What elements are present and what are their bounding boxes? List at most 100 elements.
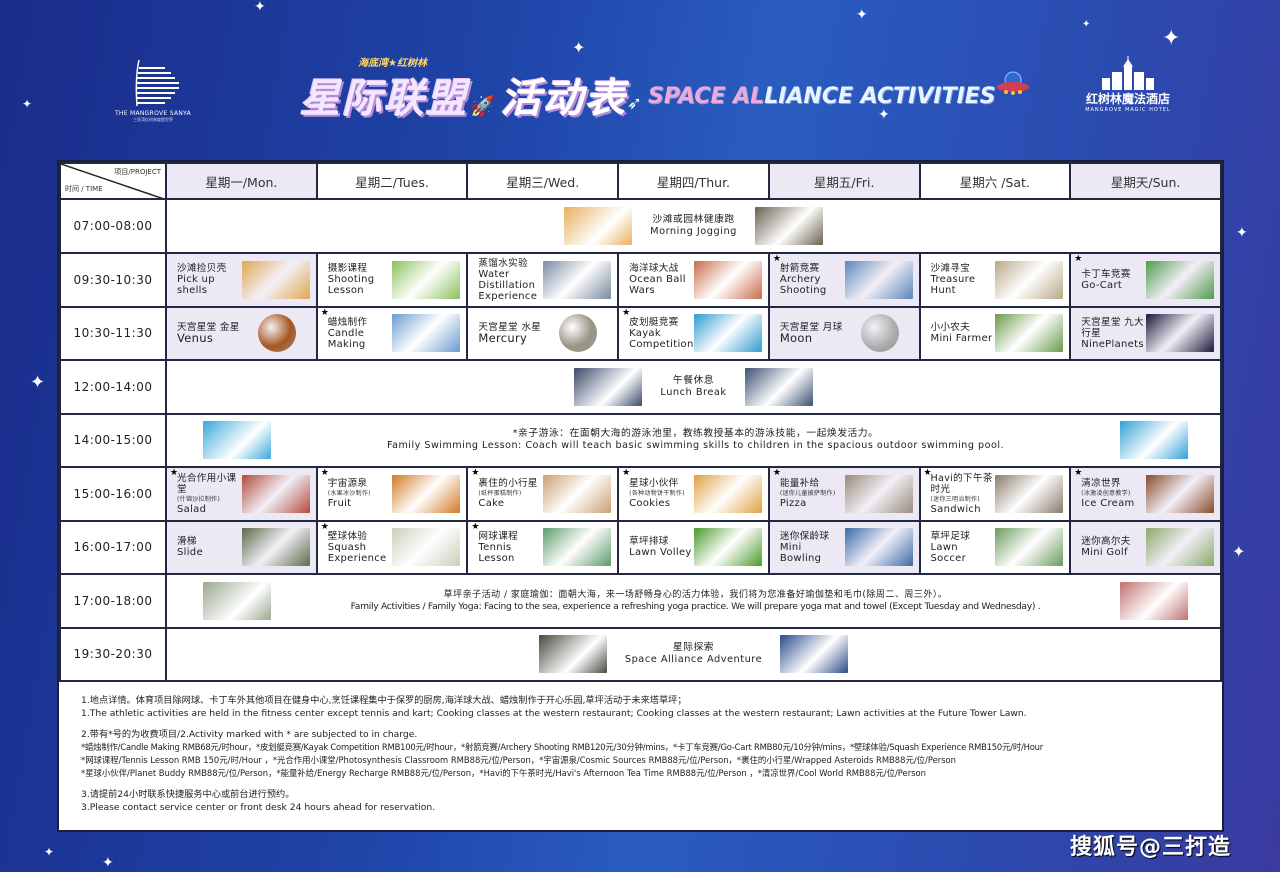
note-2-prices: *星球小伙伴/Planet Buddy RMB88元/位/Person，*能量补… [81,768,926,778]
activity-label: 宇宙源泉 (水果冰沙制作) Fruit [328,478,393,509]
activity-name-cn: 星际探索 [672,642,715,654]
star-decoration: ✦ [102,855,114,871]
activity-photo [693,260,762,299]
day-header: 星期天/Sun. [1069,162,1222,200]
activity-note: (冰激凌创意教学) [1081,490,1131,498]
activity-name-en: Ocean Ball Wars [629,274,686,296]
activity-name-cn: 蜡烛制作 [327,316,368,328]
day-header: 星期五/Fri. [767,162,921,200]
table-row: 16:00-17:00 滑梯 Slide ★ 壁球体验 Squash Experience… [59,519,1222,575]
activity-name-en: Lunch Break [660,386,727,398]
activity-name-en: Space Alliance Adventure [624,654,763,666]
activity-photo [1120,421,1188,460]
notes-section: 1.地点详情。体育项目除网球、卡丁车外其他项目在健身中心,烹饪课程集中于保罗的厨… [59,682,1222,814]
activity-note: (各种动物饼干制作) [629,490,685,498]
activity-cell: ★ 射箭竞赛 Archery Shooting [767,251,921,308]
activity-label: 能量补给 (迷你儿童披萨制作) Pizza [780,478,845,509]
time-slot: 19:30-20:30 [59,626,167,682]
activity-name-en: Ice Cream [1081,498,1135,510]
activity-name-en: Venus [177,331,214,346]
activity-name-cn: 午餐休息 [672,374,715,386]
header: THE MANGROVE SANYA 三亚湾红树林度假世界 海底湾★红树林 星际… [0,0,1280,160]
activity-cell: ★ Havi的下午茶时光 (迷你三明治制作) Sandwich [918,466,1072,522]
activity-cell: 天宫星堂 水星 Mercury [466,305,620,361]
activity-cell: 草坪足球 Lawn Soccer [918,519,1072,575]
activity-label: 蜡烛制作 Candle Making [328,317,393,350]
activity-name-cn: 亲子游泳：在面朝大海的游泳池里，教练教授基本的游泳技能，一起焕发活力。 [518,428,879,440]
charge-star-icon: ★ [923,468,932,478]
charge-star-icon: ★ [772,468,781,478]
activity-label: 迷你保龄球 Mini Bowling [780,531,845,564]
activity-note: (什锦沙拉制作) [177,495,221,503]
activity-cell: 摄影课程 Shooting Lesson [315,251,469,308]
activity-name-cn: 沙滩捡贝壳 [177,263,227,274]
activity-name-en: Moon [779,331,813,346]
activity-cell: 沙滩寻宝 Treasure Hunt [918,251,1072,308]
activity-description: 午餐休息 Lunch Break [660,375,726,399]
charge-star-icon: ★ [622,307,631,318]
activity-photo [754,206,823,245]
planet-image [860,314,899,353]
time-slot: 17:00-18:00 [59,573,167,629]
activity-cell: 迷你保龄球 Mini Bowling [767,519,921,575]
activity-name-cn: 宇宙源泉 [327,478,368,490]
activity-span-cell: 午餐休息 Lunch Break [165,359,1222,415]
activity-name-en: Treasure Hunt [930,274,976,296]
activity-name-cn: 迷你保龄球 [779,530,830,542]
title-small-label: 海底湾★红树林 [358,58,427,69]
activity-photo [543,260,612,299]
activity-cell: 迷你高尔夫 Mini Golf [1069,519,1222,575]
table-row: 14:00-15:00 *亲子游泳：在面朝大海的游泳池里，教练教授基本的游泳技能，… [59,412,1222,468]
activity-span-cell: 星际探索 Space Alliance Adventure [165,626,1222,682]
planet-image [257,314,296,353]
table-row: 19:30-20:30 星际探索 Space Alliance Adventure [59,626,1222,682]
activity-photo [1146,528,1214,567]
star-decoration: ✦ [1236,225,1248,241]
activity-photo [1146,260,1214,299]
activity-name-cn: 网球课程 [478,530,518,542]
activity-name-en: Family Swimming Lesson: Coach will teach… [386,440,1005,452]
activity-name-en: Slide [177,547,203,559]
ufo-icon [996,70,1030,98]
activity-name-cn: 草坪排球 [629,536,669,548]
activity-name-en: Kayak Competition [629,327,694,350]
activity-name-en: Morning Jogging [650,225,737,237]
activity-cell: 天宫星堂 金星 Venus [165,305,318,361]
time-label: 时间 / TIME [65,185,103,193]
activity-photo [780,635,849,674]
activity-cell: 滑梯 Slide [165,519,318,575]
charge-star-icon: ★ [622,468,631,478]
activity-label: 海洋球大战 Ocean Ball Wars [629,263,694,296]
activity-name-en: Water Distillation Experience [478,268,538,302]
activity-name-cn: 沙滩或园林健康跑 [652,213,735,225]
activity-name-en: Mini Farmer [930,333,993,345]
activity-name-cn: 壁球体验 [327,530,368,542]
activity-photo [392,528,461,567]
activity-label: 滑梯 Slide [177,536,242,558]
activity-span-cell: *亲子游泳：在面朝大海的游泳池里，教练教授基本的游泳技能，一起焕发活力。 Fami… [165,412,1222,468]
day-header: 星期二/Tues. [315,162,469,200]
activity-cell: ★ 网球课程 Tennis Lesson [466,519,620,575]
activity-photo [995,474,1064,513]
activity-cell: ★ 壁球体验 Squash Experience [315,519,469,575]
activity-photo [203,421,271,460]
activity-label: 卡丁车竞赛 Go-Cart [1081,269,1146,291]
watermark: 搜狐号@三打造 [1070,835,1232,860]
page-title-en: SPACE ALLIANCE ACTIVITIES [648,84,996,109]
activity-label: 蒸馏水实验 Water Distillation Experience [478,258,543,302]
activity-cell: 小小农夫 Mini Farmer [918,305,1072,361]
activity-name-cn: 能量补给 [779,478,820,490]
activity-label: 迷你高尔夫 Mini Golf [1081,536,1146,558]
activity-cell: ★ 清凉世界 (冰激凌创意教学) Ice Cream [1069,466,1222,522]
activity-note: (迷你儿童披萨制作) [779,490,836,498]
activity-label: 沙滩寻宝 Treasure Hunt [931,263,996,296]
hotel-building-icon [125,58,181,108]
note-3-cn: 3.请提前24小时联系快捷服务中心或前台进行预约。 [81,789,295,800]
activity-name-cn: 摄影课程 [327,263,368,274]
note-1-en: 1.The athletic activities are held in th… [81,708,1027,719]
corner-header: 项目/PROJECT 时间 / TIME [59,162,167,200]
activity-label: 摄影课程 Shooting Lesson [328,263,393,296]
activity-label: 天宫星堂 水星 Mercury [478,322,559,344]
activity-cell: ★ 能量补给 (迷你儿童披萨制作) Pizza [767,466,921,522]
activity-name-cn: 沙滩寻宝 [930,263,971,274]
